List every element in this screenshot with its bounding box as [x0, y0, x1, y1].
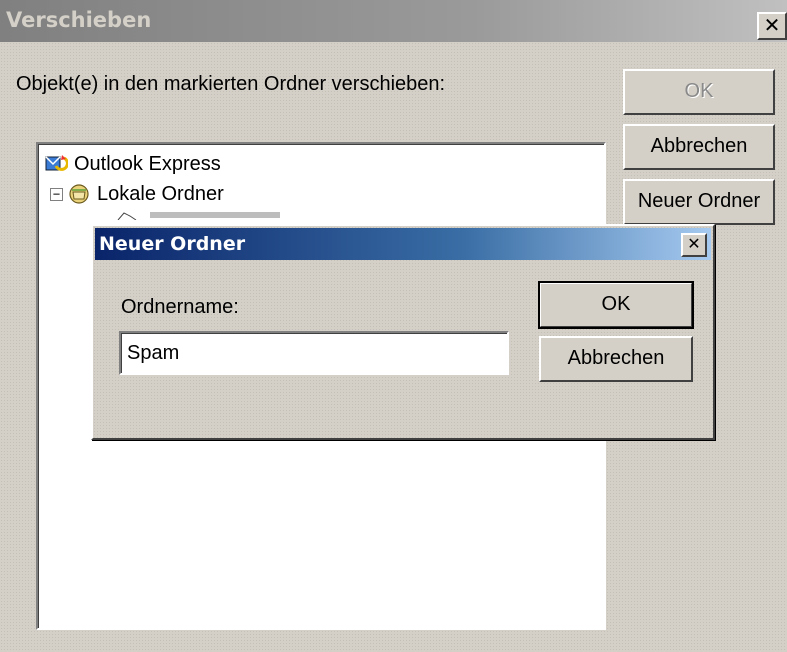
tree-item-label: Outlook Express	[74, 152, 221, 175]
ok-button[interactable]: OK	[538, 281, 694, 329]
outlook-express-icon	[45, 155, 68, 171]
move-dialog-title: Verschieben	[6, 8, 152, 32]
new-folder-button[interactable]: Neuer Ordner	[623, 179, 775, 225]
move-dialog-titlebar[interactable]: Verschieben ✕	[0, 0, 787, 42]
close-icon[interactable]: ✕	[681, 233, 707, 257]
new-folder-dialog: Neuer Ordner ✕ Ordnername: OK Abbrechen	[91, 224, 715, 440]
move-dialog: Verschieben ✕ Objekt(e) in den markierte…	[0, 0, 787, 652]
tree-item-label: Lokale Ordner	[97, 182, 224, 205]
tree-item-outlook-express[interactable]: Outlook Express	[44, 152, 221, 176]
folder-name-input[interactable]	[119, 331, 509, 375]
tree-item-local-folders[interactable]: − Lokale Ordner	[50, 182, 224, 206]
folder-icon	[117, 212, 137, 220]
collapse-icon[interactable]: −	[50, 187, 63, 201]
new-folder-title: Neuer Ordner	[99, 233, 246, 255]
move-prompt-label: Objekt(e) in den markierten Ordner versc…	[16, 73, 446, 95]
close-icon[interactable]: ✕	[757, 12, 787, 40]
cancel-button[interactable]: Abbrechen	[539, 336, 693, 382]
folder-name-label: Ordnername:	[121, 296, 239, 318]
new-folder-titlebar[interactable]: Neuer Ordner ✕	[95, 228, 711, 260]
cancel-button[interactable]: Abbrechen	[623, 124, 775, 170]
ok-button[interactable]: OK	[623, 69, 775, 115]
selected-folder-highlight	[150, 212, 280, 218]
local-folders-icon	[69, 184, 89, 204]
